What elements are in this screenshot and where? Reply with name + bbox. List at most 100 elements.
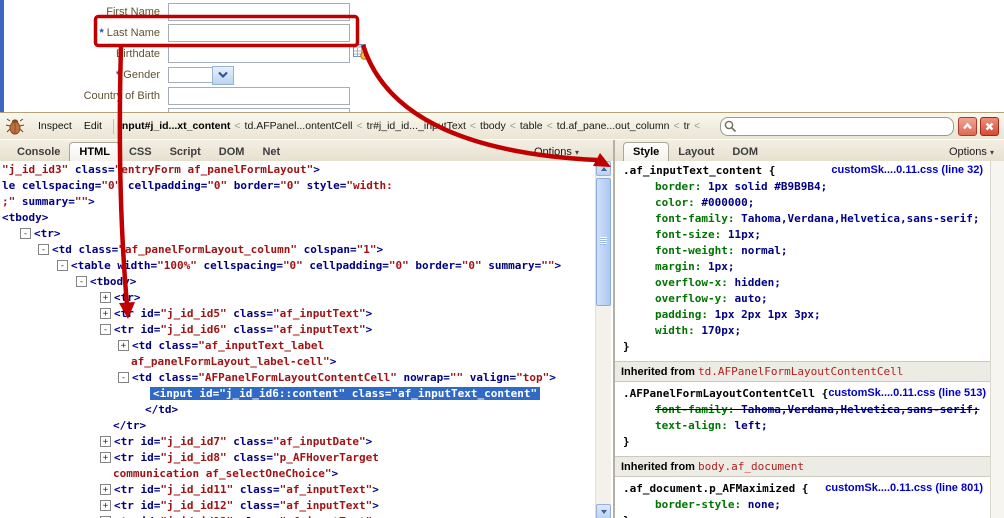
style-scrollbar-track[interactable] xyxy=(990,161,1004,518)
expand-icon[interactable]: + xyxy=(100,484,111,495)
tab-panel-html[interactable]: HTML xyxy=(69,142,120,161)
css-file-link[interactable]: customSk....0.11.css (line 32) xyxy=(831,164,983,180)
breadcrumb-separator: < xyxy=(547,120,553,132)
dom-tree-node[interactable]: <tbody> xyxy=(0,211,596,227)
css-property[interactable]: font-weight: normal; xyxy=(615,244,991,260)
text-input[interactable] xyxy=(168,45,350,63)
collapse-icon[interactable]: - xyxy=(57,260,68,271)
dom-tree-node[interactable]: +<tr id="j_id_id5" class="af_inputText"> xyxy=(0,307,596,323)
tab-panel-dom[interactable]: DOM xyxy=(210,143,254,161)
expand-icon[interactable]: + xyxy=(100,292,111,303)
css-property[interactable]: color: #000000; xyxy=(615,196,991,212)
firebug-bug-icon[interactable] xyxy=(6,117,24,135)
breadcrumb-item[interactable]: input#j_id...xt_content xyxy=(119,120,230,132)
dom-tree-node[interactable]: communication af_selectOneChoice"> xyxy=(0,467,596,483)
collapse-icon[interactable]: - xyxy=(38,244,49,255)
tab-side-dom[interactable]: DOM xyxy=(723,143,767,161)
css-file-link[interactable]: customSk....0.11.css (line 513) xyxy=(828,387,986,403)
tab-side-style[interactable]: Style xyxy=(623,142,669,161)
expand-icon[interactable]: + xyxy=(100,500,111,511)
dom-tree-node[interactable]: -<tr id="j_id_id6" class="af_inputText"> xyxy=(0,323,596,339)
dom-tree-node[interactable]: +<tr id="j_id_id11" class="af_inputText"… xyxy=(0,483,596,499)
dom-tree-node[interactable]: +<tr> xyxy=(0,291,596,307)
tab-side-layout[interactable]: Layout xyxy=(669,143,723,161)
css-property[interactable]: width: 170px; xyxy=(615,324,991,340)
vertical-scrollbar[interactable] xyxy=(595,161,611,518)
required-marker: * xyxy=(100,27,104,39)
search-input[interactable] xyxy=(740,119,953,134)
dom-tree-node[interactable]: </tr> xyxy=(0,419,596,435)
inherited-element-ref[interactable]: body.af_document xyxy=(698,460,804,473)
calendar-picker-icon[interactable] xyxy=(352,43,369,65)
close-firebug-button[interactable] xyxy=(980,117,999,136)
right-options-button[interactable]: Options ▾ xyxy=(943,143,1000,161)
dom-tree-node[interactable]: "j_id_id3" class="entryForm af_panelForm… xyxy=(0,163,596,179)
expand-icon[interactable]: + xyxy=(100,436,111,447)
css-property[interactable]: overflow-y: auto; xyxy=(615,292,991,308)
css-property[interactable]: padding: 1px 2px 1px 3px; xyxy=(615,308,991,324)
breadcrumb-item[interactable]: tr xyxy=(684,120,690,132)
breadcrumb-item[interactable]: tr#j_id_id..._inputText xyxy=(367,120,466,132)
dom-tree-node[interactable]: -<table width="100%" cellspacing="0" cel… xyxy=(0,259,596,275)
css-selector[interactable]: .af_inputText_content { xyxy=(623,164,775,180)
dom-tree-node[interactable]: <input id="j_id_id6::content" class="af_… xyxy=(0,387,596,403)
css-property[interactable]: margin: 1px; xyxy=(615,260,991,276)
minimize-firebug-button[interactable] xyxy=(958,117,977,136)
dom-tree-node[interactable]: -<td class="AFPanelFormLayoutContentCell… xyxy=(0,371,596,387)
scroll-down-button[interactable] xyxy=(596,504,611,518)
selected-node-highlight[interactable]: <input id="j_id_id6::content" class="af_… xyxy=(150,387,540,400)
dom-tree-node[interactable]: +<tr id="j_id_id7" class="af_inputDate"> xyxy=(0,435,596,451)
expand-icon[interactable]: + xyxy=(100,308,111,319)
dropdown-button[interactable] xyxy=(212,66,234,85)
breadcrumb-item[interactable]: td.af_pane...out_column xyxy=(557,120,670,132)
css-rule-close: } xyxy=(615,340,991,356)
css-property[interactable]: text-align: left; xyxy=(615,419,991,435)
css-property[interactable]: border-style: none; xyxy=(615,498,991,514)
collapse-icon[interactable]: - xyxy=(76,276,87,287)
dom-tree-node[interactable]: le cellspacing="0" cellpadding="0" borde… xyxy=(0,179,596,195)
css-selector[interactable]: .AFPanelFormLayoutContentCell { xyxy=(623,387,828,403)
breadcrumb-item[interactable]: table xyxy=(520,120,543,132)
tab-panel-net[interactable]: Net xyxy=(253,143,289,161)
dom-tree-node[interactable]: -<td class="af_panelFormLayout_column" c… xyxy=(0,243,596,259)
dom-tree-node[interactable]: +<tr id="j_id_id12" class="af_inputText"… xyxy=(0,499,596,515)
scrollbar-thumb[interactable] xyxy=(596,178,611,306)
css-selector[interactable]: .af_document.p_AFMaximized { xyxy=(623,482,808,498)
dropdown-field[interactable] xyxy=(168,67,212,83)
left-options-button[interactable]: Options ▾ xyxy=(528,143,585,161)
text-input[interactable] xyxy=(168,87,350,105)
css-file-link[interactable]: customSk....0.11.css (line 801) xyxy=(825,482,983,498)
tab-panel-script[interactable]: Script xyxy=(161,143,210,161)
dom-tree-node[interactable]: +<tr id="j_id_id8" class="p_AFHoverTarge… xyxy=(0,451,596,467)
css-property[interactable]: border: 1px solid #B9B9B4; xyxy=(615,180,991,196)
collapse-icon[interactable]: - xyxy=(118,372,129,383)
dom-tree-node[interactable]: ;" summary=""> xyxy=(0,195,596,211)
inherited-element-ref[interactable]: td.AFPanelFormLayoutContentCell xyxy=(698,365,903,378)
css-property[interactable]: font-family: Tahoma,Verdana,Helvetica,sa… xyxy=(615,212,991,228)
expand-icon[interactable]: + xyxy=(118,340,129,351)
breadcrumb-item[interactable]: tbody xyxy=(480,120,506,132)
edit-button[interactable]: Edit xyxy=(78,118,108,134)
dom-tree-node[interactable]: </td> xyxy=(0,403,596,419)
css-property[interactable]: font-size: 11px; xyxy=(615,228,991,244)
expand-icon[interactable]: + xyxy=(100,452,111,463)
inspect-button[interactable]: Inspect xyxy=(32,118,78,134)
tab-panel-css[interactable]: CSS xyxy=(120,143,161,161)
search-box[interactable] xyxy=(720,117,954,136)
tab-panel-console[interactable]: Console xyxy=(8,143,69,161)
form-row: Birthdate xyxy=(0,45,369,63)
gender-dropdown[interactable] xyxy=(168,66,234,85)
breadcrumb-separator: < xyxy=(510,120,516,132)
dom-tree-node[interactable]: +<td class="af_inputText_label xyxy=(0,339,596,355)
scroll-up-button[interactable] xyxy=(596,161,611,176)
text-input[interactable] xyxy=(168,24,350,42)
text-input[interactable] xyxy=(168,3,350,21)
css-property[interactable]: font-family: Tahoma,Verdana,Helvetica,sa… xyxy=(615,403,991,419)
dom-tree-node[interactable]: -<tr> xyxy=(0,227,596,243)
breadcrumb-item[interactable]: td.AFPanel...ontentCell xyxy=(245,120,353,132)
collapse-icon[interactable]: - xyxy=(100,324,111,335)
dom-tree-node[interactable]: -<tbody> xyxy=(0,275,596,291)
dom-tree-node[interactable]: af_panelFormLayout_label-cell"> xyxy=(0,355,596,371)
css-property[interactable]: overflow-x: hidden; xyxy=(615,276,991,292)
collapse-icon[interactable]: - xyxy=(20,228,31,239)
